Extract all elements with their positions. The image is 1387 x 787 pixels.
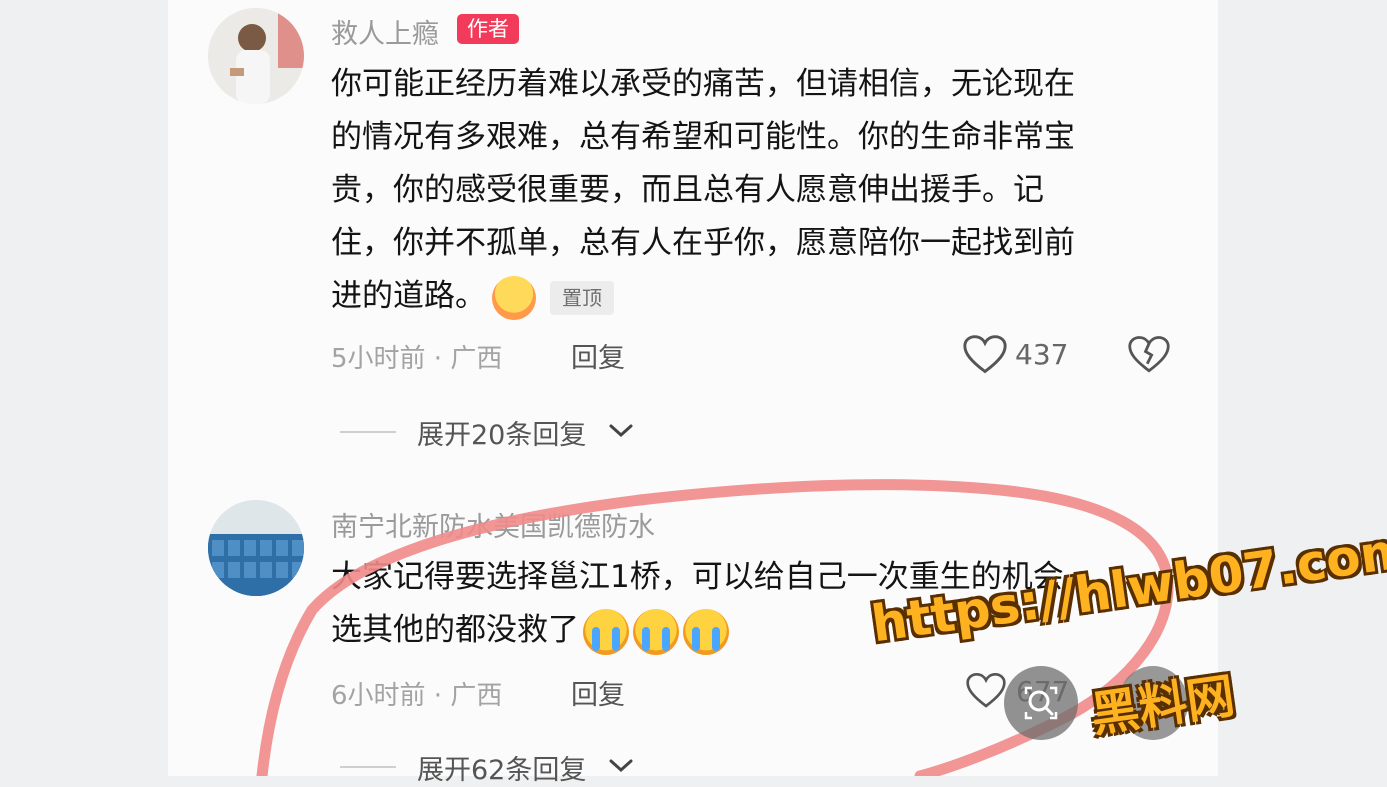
dislike-broken-heart-icon[interactable] <box>1128 334 1170 376</box>
author-badge: 作者 <box>457 14 519 44</box>
comment-meta: 5小时前 · 广西 <box>331 344 503 374</box>
reply-button[interactable]: 回复 <box>571 336 625 375</box>
user-photo <box>208 8 304 104</box>
like-heart-icon[interactable] <box>966 672 1006 710</box>
image-search-button[interactable] <box>1004 666 1078 740</box>
pinned-label: 置顶 <box>550 280 614 315</box>
scan-search-icon <box>1024 686 1058 720</box>
expand-replies-button[interactable]: 展开62条回复 <box>417 748 586 787</box>
expand-replies-button[interactable]: 展开20条回复 <box>417 413 586 452</box>
reply-button[interactable]: 回复 <box>571 673 625 712</box>
comment-meta: 6小时前 · 广西 <box>331 681 503 711</box>
chevron-down-icon[interactable] <box>608 757 634 775</box>
crying-face-emoji <box>633 608 679 655</box>
username[interactable]: 南宁北新防水美国凯德防水 <box>331 505 655 544</box>
crying-face-emoji <box>683 608 729 655</box>
avatar[interactable] <box>208 500 304 596</box>
like-count: 437 <box>1015 338 1069 371</box>
divider <box>340 766 396 768</box>
hugging-face-emoji <box>492 275 536 320</box>
user-photo <box>208 500 304 596</box>
divider <box>340 431 396 433</box>
chevron-down-icon[interactable] <box>608 422 634 440</box>
like-heart-icon[interactable] <box>963 334 1007 376</box>
crying-face-emoji <box>583 608 629 655</box>
username[interactable]: 救人上瘾 <box>331 12 439 51</box>
comment-text: 你可能正经历着难以承受的痛苦，但请相信，无论现在 的情况有多艰难，总有希望和可能… <box>331 58 1171 323</box>
avatar[interactable] <box>208 8 304 104</box>
